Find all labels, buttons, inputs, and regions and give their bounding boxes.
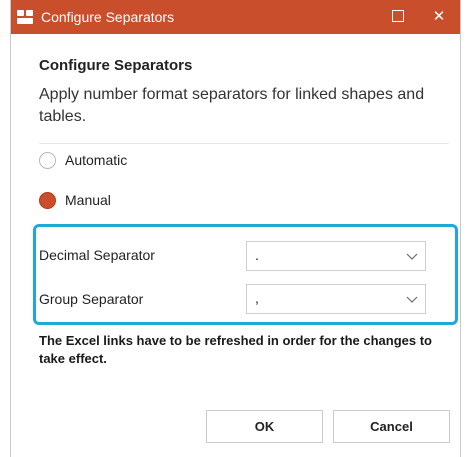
ok-button[interactable]: OK [206, 410, 323, 443]
refresh-notice: The Excel links have to be refreshed in … [39, 333, 432, 366]
radio-manual[interactable] [39, 191, 56, 209]
radio-automatic[interactable] [39, 151, 56, 169]
decimal-separator-value: . [255, 247, 259, 263]
divider [39, 143, 449, 144]
chevron-down-icon [406, 296, 418, 303]
decimal-separator-label: Decimal Separator [39, 247, 155, 263]
configure-separators-dialog: Configure Separators ✕ Configure Separat… [10, 0, 461, 457]
chevron-down-icon [406, 253, 418, 260]
cancel-button[interactable]: Cancel [333, 410, 450, 443]
radio-automatic-option[interactable]: Automatic [39, 150, 127, 170]
maximize-icon [392, 9, 404, 22]
group-separator-label: Group Separator [39, 291, 144, 307]
radio-automatic-label: Automatic [65, 152, 128, 168]
title-bar[interactable]: Configure Separators ✕ [11, 0, 460, 34]
dialog-heading: Configure Separators [39, 57, 193, 74]
close-icon: ✕ [432, 8, 446, 25]
window-title: Configure Separators [41, 9, 175, 25]
group-separator-value: , [255, 290, 259, 306]
decimal-separator-select[interactable]: . [246, 241, 426, 271]
app-icon [17, 10, 33, 24]
radio-manual-option[interactable]: Manual [39, 190, 111, 210]
group-separator-select[interactable]: , [246, 284, 426, 314]
maximize-button[interactable] [380, 0, 416, 34]
dialog-description: Apply number format separators for linke… [39, 86, 425, 125]
close-button[interactable]: ✕ [421, 0, 457, 34]
radio-manual-label: Manual [65, 192, 111, 208]
